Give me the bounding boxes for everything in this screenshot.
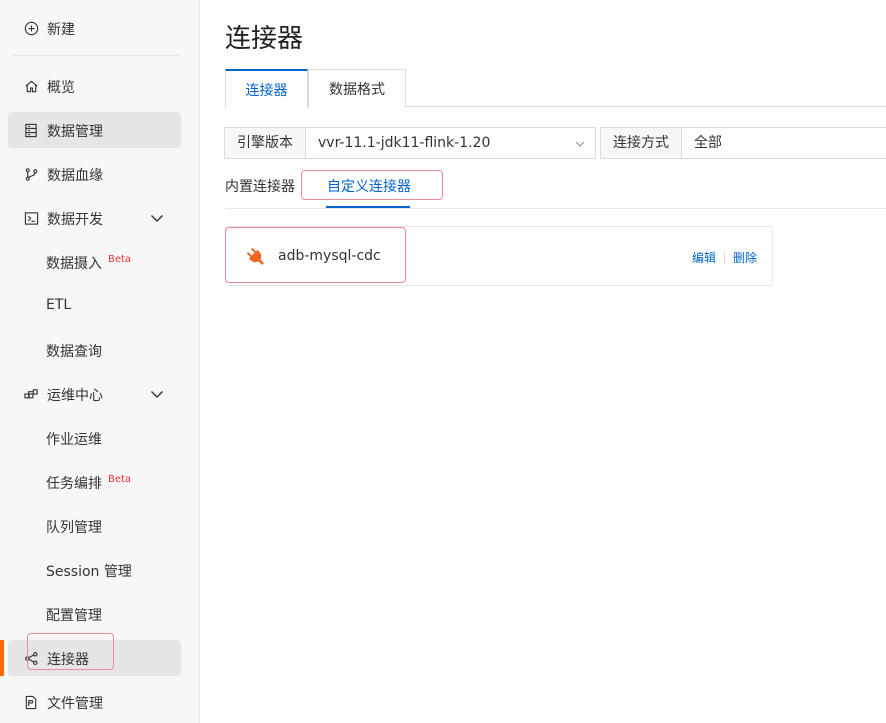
engine-version-filter: 引擎版本 vvr-11.1-jdk11-flink-1.20 [224, 127, 596, 159]
chevron-down-icon [575, 141, 585, 147]
page-title: 连接器 [225, 24, 304, 54]
sidebar-item-overview[interactable]: 概览 [8, 68, 181, 104]
subtab-custom-connectors[interactable]: 自定义连接器 [327, 176, 411, 196]
sidebar-item-label: 数据摄入 [46, 256, 102, 272]
home-icon [23, 78, 39, 94]
sidebar-item-label: 队列管理 [46, 520, 102, 536]
sidebar-item-etl[interactable]: ETL [8, 288, 181, 324]
connector-subtabs: 内置连接器 自定义连接器 [225, 170, 886, 209]
sidebar-item-label: 配置管理 [46, 608, 102, 624]
connect-mode-label: 连接方式 [600, 127, 682, 159]
connect-mode-select[interactable]: 全部 [682, 127, 886, 159]
main-content: 连接器 连接器 数据格式 引擎版本 vvr-11.1-jdk11-flink-1… [200, 0, 886, 723]
sidebar-item-job-ops[interactable]: 作业运维 [8, 420, 181, 456]
sidebar-item-label: 数据开发 [47, 212, 103, 228]
file-icon [23, 694, 39, 710]
subtab-active-underline [326, 206, 410, 208]
tab-data-formats[interactable]: 数据格式 [308, 69, 406, 107]
new-button[interactable]: 新建 [8, 10, 181, 46]
sidebar-item-label: ETL [46, 297, 72, 313]
sidebar-item-label: 作业运维 [46, 432, 102, 448]
database-icon [23, 122, 39, 138]
tab-bar: 连接器 数据格式 [225, 69, 886, 108]
action-separator [723, 251, 725, 264]
sidebar-item-session-management[interactable]: Session 管理 [8, 552, 181, 588]
chevron-down-icon[interactable] [150, 211, 164, 225]
edit-link[interactable]: 编辑 [692, 249, 716, 266]
sidebar-item-ops-center[interactable]: 运维中心 [8, 376, 181, 412]
share-icon [23, 650, 39, 666]
sidebar-item-data-management[interactable]: 数据管理 [8, 112, 181, 148]
connect-mode-value: 全部 [694, 135, 722, 151]
plus-circle-icon [23, 20, 39, 36]
plug-icon [247, 248, 264, 265]
tab-connectors[interactable]: 连接器 [225, 69, 308, 108]
sidebar-item-label: 连接器 [47, 652, 89, 668]
connector-card[interactable]: adb-mysql-cdc 编辑 删除 [225, 226, 773, 286]
connect-mode-filter: 连接方式 全部 [600, 127, 886, 159]
beta-badge: Beta [108, 254, 132, 265]
sidebar-item-data-ingestion[interactable]: 数据摄入 Beta [8, 244, 181, 280]
sidebar-item-label: Session 管理 [46, 564, 132, 580]
new-button-label: 新建 [47, 22, 75, 38]
sidebar-item-label: 数据血缘 [47, 168, 103, 184]
engine-version-select[interactable]: vvr-11.1-jdk11-flink-1.20 [306, 127, 596, 159]
connector-name: adb-mysql-cdc [278, 248, 381, 264]
sidebar-item-config-management[interactable]: 配置管理 [8, 596, 181, 632]
terminal-icon [23, 210, 39, 226]
sidebar-item-label: 运维中心 [47, 388, 103, 404]
subtab-builtin-connectors[interactable]: 内置连接器 [225, 176, 295, 196]
sidebar-item-label: 文件管理 [47, 696, 103, 712]
sidebar-item-label: 数据查询 [46, 344, 102, 360]
sidebar-item-data-query[interactable]: 数据查询 [8, 332, 181, 368]
sidebar-item-label: 数据管理 [47, 124, 103, 140]
active-indicator [0, 640, 4, 676]
chevron-down-icon[interactable] [150, 387, 164, 401]
sidebar-item-file-management[interactable]: 文件管理 [8, 684, 181, 720]
engine-version-value: vvr-11.1-jdk11-flink-1.20 [318, 135, 491, 151]
beta-badge: Beta [108, 474, 132, 485]
sidebar-item-connectors[interactable]: 连接器 [8, 640, 181, 676]
sidebar-item-task-orchestration[interactable]: 任务编排 Beta [8, 464, 181, 500]
engine-version-label: 引擎版本 [224, 127, 306, 159]
sidebar-item-label: 任务编排 [46, 476, 102, 492]
sidebar-item-queue-management[interactable]: 队列管理 [8, 508, 181, 544]
app-root: 新建 概览 数据管理 数据血缘 数据开发 数据摄入 Beta ETL 数据查询 … [0, 0, 886, 723]
sidebar-divider [12, 55, 180, 56]
sidebar-item-label: 概览 [47, 80, 75, 96]
sidebar: 新建 概览 数据管理 数据血缘 数据开发 数据摄入 Beta ETL 数据查询 … [0, 0, 200, 723]
connector-actions: 编辑 删除 [692, 249, 757, 266]
sidebar-item-data-lineage[interactable]: 数据血缘 [8, 156, 181, 192]
branch-icon [23, 166, 39, 182]
sidebar-item-data-development[interactable]: 数据开发 [8, 200, 181, 236]
cluster-icon [23, 386, 39, 402]
delete-link[interactable]: 删除 [733, 249, 757, 266]
